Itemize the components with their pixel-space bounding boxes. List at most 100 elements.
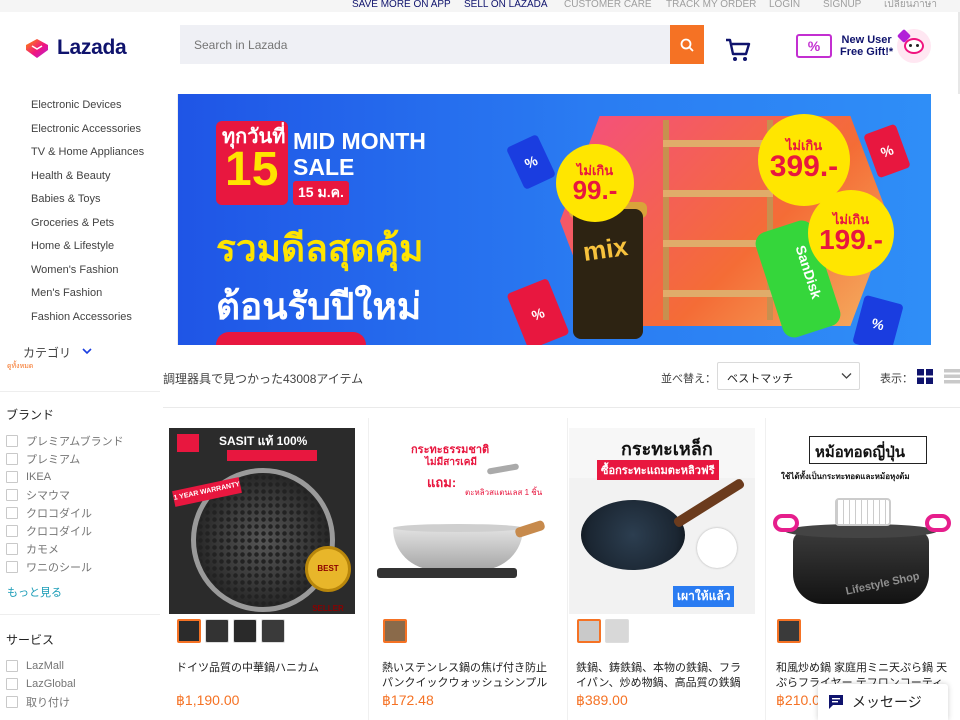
product-thumbnails (177, 619, 289, 643)
list-view-icon[interactable] (944, 369, 960, 384)
shelf-image (663, 120, 773, 320)
product-image[interactable]: กระทะธรรมชาติ ไม่มีสารเคมี แถม: ตะหลิวสแ… (375, 428, 561, 614)
service-filter-option[interactable]: LazMall (6, 659, 64, 673)
sort-select[interactable]: ベストマッチ (717, 362, 860, 390)
product-thumbnail[interactable] (177, 619, 201, 643)
banner-day: 15 (225, 143, 279, 196)
snack-tube-image (573, 209, 643, 339)
product-thumbnail[interactable] (577, 619, 601, 643)
brand-filter-option[interactable]: クロコダイル (6, 506, 92, 520)
category-home-lifestyle[interactable]: Home & Lifestyle (25, 235, 177, 259)
show-more-brands-link[interactable]: もっと見る (7, 584, 62, 600)
brand-filter-option[interactable]: プレミアム (6, 452, 80, 466)
sort-select-value: ベストマッチ (727, 373, 794, 385)
category-health-beauty[interactable]: Health & Beauty (25, 165, 177, 189)
brand-filter-option[interactable]: カモメ (6, 542, 59, 556)
coupon-icon: % (852, 294, 904, 345)
category-womens-fashion[interactable]: Women's Fashion (25, 259, 177, 283)
checkbox[interactable] (6, 507, 18, 519)
change-language-link[interactable]: เปลี่ยนภาษา (884, 0, 937, 12)
brand-option-label: プレミアムブランド (26, 436, 124, 448)
product-card[interactable]: SASIT แท้ 100% 1 YEAR WARRANTY BEST SELL… (169, 428, 355, 720)
service-filter-option[interactable]: LazGlobal (6, 677, 76, 691)
product-thumbnail[interactable] (605, 619, 629, 643)
product-image-text: SASIT แท้ 100% (219, 434, 308, 448)
brand-option-label: プレミアム (26, 454, 81, 466)
product-thumbnails (383, 619, 411, 643)
brand-filter-option[interactable]: クロコダイル (6, 524, 92, 538)
product-thumbnails (777, 619, 805, 643)
checkbox[interactable] (6, 525, 18, 537)
track-my-order-link[interactable]: TRACK MY ORDER (666, 0, 756, 12)
brand-option-label: ワニのシール (26, 562, 92, 574)
brand-option-label: IKEA (26, 471, 52, 483)
brand-filter-option[interactable]: プレミアムブランド (6, 434, 124, 448)
checkbox[interactable] (6, 543, 18, 555)
brand-option-label: クロコダイル (26, 526, 92, 538)
top-links: SAVE MORE ON APP SELL ON LAZADA CUSTOMER… (330, 0, 960, 12)
product-card[interactable]: หม้อทอดญี่ปุ่น ใช้ได้ทั้งเป็นกระทะทอดและ… (769, 428, 955, 720)
chat-bubble-icon (829, 695, 843, 709)
price-badge-199-value: 199.- (819, 223, 883, 255)
checkbox[interactable] (6, 696, 18, 708)
banner-headline-1: MID MONTH (293, 128, 426, 154)
promo-banner[interactable]: ทุกวันที่ 15 MID MONTH SALE 15 ม.ค. รวมด… (178, 94, 931, 345)
category-electronic-devices[interactable]: Electronic Devices (25, 94, 177, 118)
cart-icon[interactable] (724, 37, 752, 63)
category-dropdown-label: カテゴリ (23, 346, 72, 360)
checkbox[interactable] (6, 489, 18, 501)
product-card[interactable]: กระทะธรรมชาติ ไม่มีสารเคมี แถม: ตะหลิวสแ… (375, 428, 561, 720)
banner-thai-line-2: ต้อนรับปีใหม่ (216, 286, 422, 327)
checkbox[interactable] (6, 453, 18, 465)
brand-filter-option[interactable]: シマウマ (6, 488, 70, 502)
search-button[interactable] (670, 25, 704, 64)
product-title[interactable]: 鉄鍋、鋳鉄鍋、本物の鉄鍋、フライパン、炒め物鍋、高品質の鉄鍋 フ... (576, 661, 748, 691)
product-thumbnail[interactable] (205, 619, 229, 643)
product-thumbnail[interactable] (777, 619, 801, 643)
category-menu: Electronic Devices Electronic Accessorie… (25, 94, 178, 345)
product-card[interactable]: กระทะเหล็ก ซื้อกระทะแถมตะหลิวฟรี เผาให้แ… (569, 428, 755, 720)
category-groceries-pets[interactable]: Groceries & Pets (25, 212, 177, 236)
category-electronic-accessories[interactable]: Electronic Accessories (25, 118, 177, 142)
product-title[interactable]: ドイツ品質の中華鍋ハニカム (176, 661, 348, 676)
search-bar (180, 25, 704, 64)
banner-cta-pill (216, 332, 366, 345)
product-title[interactable]: 熱いステンレス鍋の焦げ付き防止パンクイックウォッシュシンプルな揚... (382, 661, 554, 691)
checkbox[interactable] (6, 435, 18, 447)
save-more-on-app-link[interactable]: SAVE MORE ON APP (352, 0, 451, 12)
product-image[interactable]: กระทะเหล็ก ซื้อกระทะแถมตะหลิวฟรี เผาให้แ… (569, 428, 755, 614)
product-price: ฿172.48 (382, 692, 434, 708)
checkbox[interactable] (6, 660, 18, 672)
search-input[interactable] (180, 25, 670, 64)
checkbox[interactable] (6, 561, 18, 573)
message-chat-button[interactable]: メッセージ (818, 684, 948, 720)
category-mens-fashion[interactable]: Men's Fashion (25, 282, 177, 306)
category-fashion-accessories[interactable]: Fashion Accessories (25, 306, 177, 330)
product-image[interactable]: SASIT แท้ 100% 1 YEAR WARRANTY BEST SELL… (169, 428, 355, 614)
brand-option-label: クロコダイル (26, 508, 92, 520)
service-filter-option[interactable]: 取り付け (6, 695, 70, 709)
banner-date: 15 ม.ค. (293, 181, 349, 205)
checkbox[interactable] (6, 471, 18, 483)
product-thumbnail[interactable] (261, 619, 285, 643)
banner-headline: MID MONTH SALE (293, 128, 426, 180)
new-user-promo[interactable]: % New User Free Gift!* (796, 26, 936, 66)
login-link[interactable]: LOGIN (769, 0, 800, 12)
brand-filter-option[interactable]: ワニのシール (6, 560, 92, 574)
product-thumbnail[interactable] (383, 619, 407, 643)
lazada-logo[interactable]: Lazada (24, 36, 127, 60)
category-tv-home-appliances[interactable]: TV & Home Appliances (25, 141, 177, 165)
checkbox[interactable] (6, 678, 18, 690)
grid-view-icon[interactable] (917, 369, 933, 384)
card-divider (368, 418, 369, 720)
service-filter-heading: サービス (6, 633, 55, 647)
category-dropdown[interactable]: カテゴリ ดูทั้งหมด (2, 345, 158, 371)
customer-care-link[interactable]: CUSTOMER CARE (564, 0, 652, 12)
sort-label: 並べ替え： (661, 373, 716, 385)
category-babies-toys[interactable]: Babies & Toys (25, 188, 177, 212)
signup-link[interactable]: SIGNUP (823, 0, 861, 12)
brand-filter-option[interactable]: IKEA (6, 470, 51, 484)
product-thumbnail[interactable] (233, 619, 257, 643)
product-image[interactable]: หม้อทอดญี่ปุ่น ใช้ได้ทั้งเป็นกระทะทอดและ… (769, 428, 955, 614)
sell-on-lazada-link[interactable]: SELL ON LAZADA (464, 0, 548, 12)
